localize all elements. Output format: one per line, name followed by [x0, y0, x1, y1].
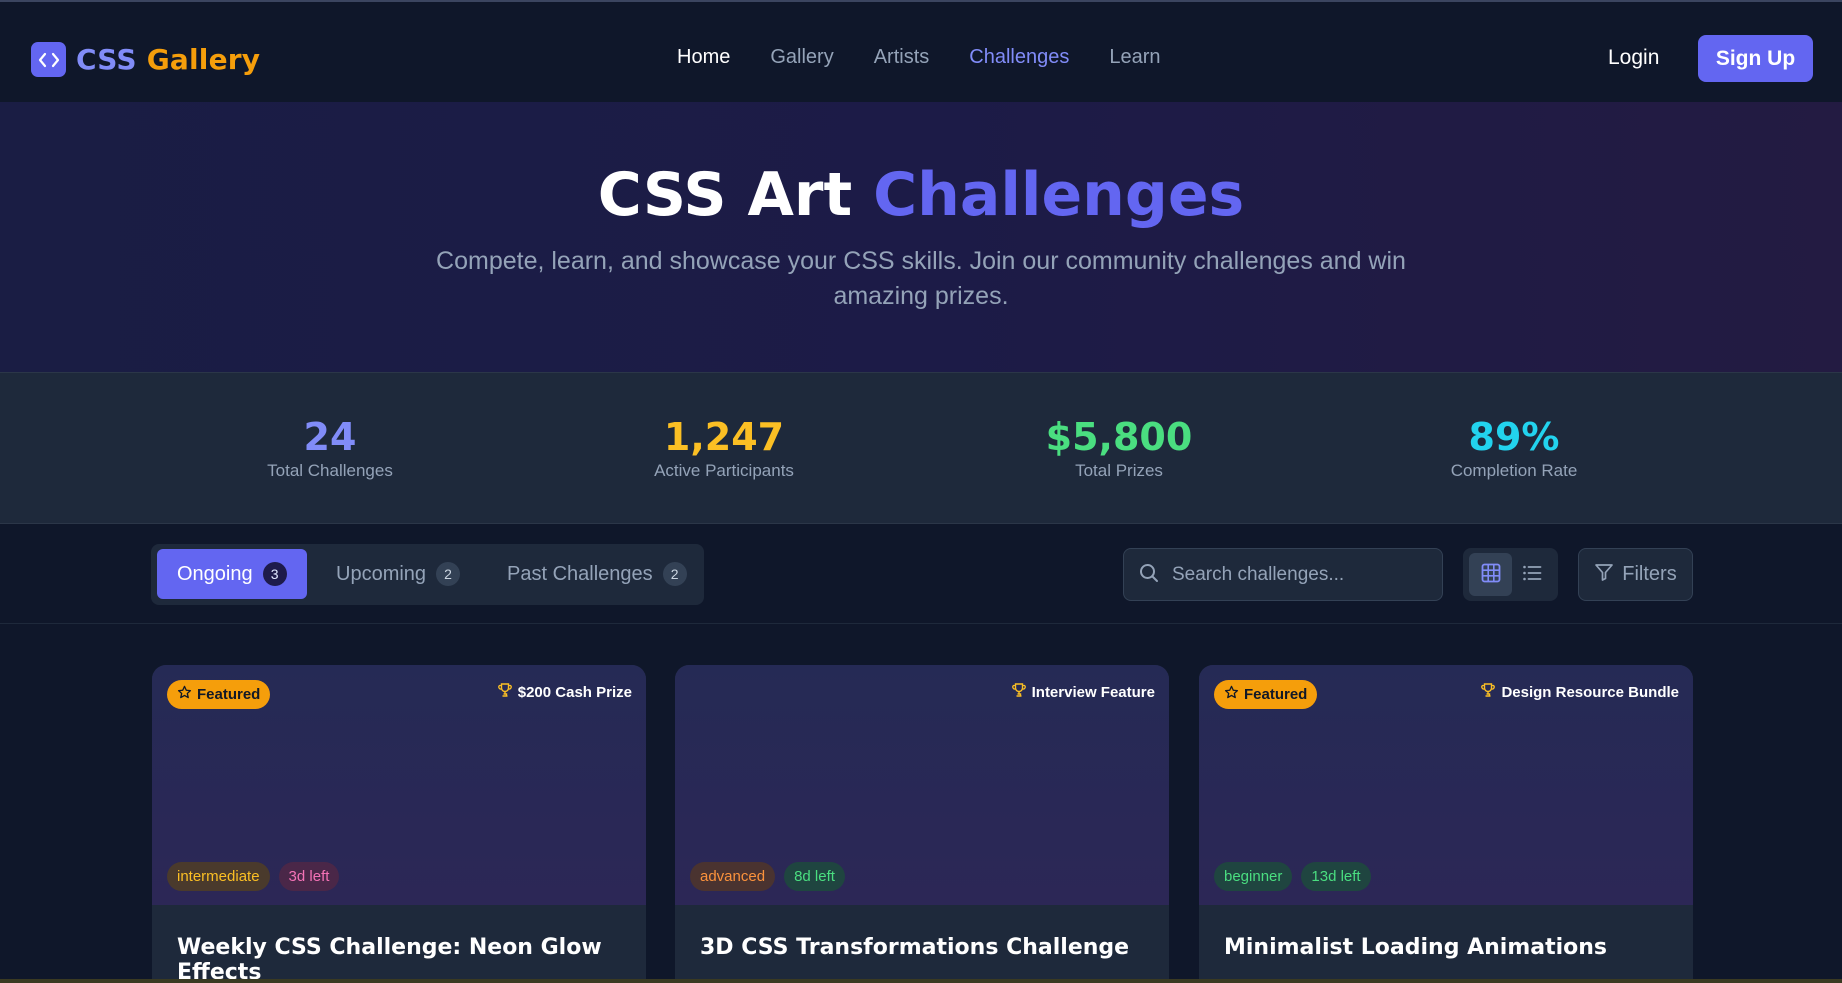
stat-active-participants: 1,247 Active Participants [594, 415, 854, 481]
search-box[interactable] [1123, 548, 1443, 601]
time-left-tag: 3d left [278, 862, 340, 891]
challenge-card[interactable]: Featured $200 Cash Prize intermediate 3d… [152, 665, 646, 983]
star-icon [1224, 685, 1239, 704]
nav-artists[interactable]: Artists [874, 46, 930, 69]
difficulty-tag: intermediate [167, 862, 270, 891]
stat-total-challenges: 24 Total Challenges [200, 415, 460, 481]
search-input[interactable] [1172, 563, 1422, 586]
card-body: 3D CSS Transformations Challenge [675, 905, 1169, 983]
filters-button[interactable]: Filters [1578, 548, 1693, 601]
stat-label: Active Participants [654, 461, 794, 480]
tab-count-badge: 3 [262, 562, 287, 586]
prize-label: Design Resource Bundle [1501, 683, 1679, 701]
logo-text: CSS Gallery [76, 43, 260, 76]
tab-label: Upcoming [336, 562, 427, 585]
card-body: Weekly CSS Challenge: Neon Glow Effects [152, 905, 646, 983]
stat-value: 24 [303, 415, 357, 459]
prize-badge: Interview Feature [1011, 680, 1155, 704]
grid-view-icon [1480, 562, 1502, 588]
challenge-cards-grid: Featured $200 Cash Prize intermediate 3d… [0, 625, 1842, 983]
top-navbar: CSS Gallery Home Gallery Artists Challen… [0, 0, 1842, 102]
featured-label: Featured [197, 686, 261, 703]
stat-value: 89% [1468, 415, 1560, 459]
grid-view-button[interactable] [1469, 553, 1512, 596]
tab-label: Past Challenges [507, 562, 653, 585]
card-tags: advanced 8d left [690, 862, 854, 891]
list-view-button[interactable] [1510, 553, 1553, 596]
featured-badge: Featured [1214, 680, 1318, 709]
challenge-tabs: Ongoing 3 Upcoming 2 Past Challenges 2 [151, 544, 704, 605]
star-icon [177, 685, 192, 704]
prize-label: $200 Cash Prize [517, 683, 632, 701]
prize-badge: Design Resource Bundle [1480, 680, 1679, 704]
view-toggle [1463, 548, 1558, 601]
difficulty-tag: advanced [690, 862, 776, 891]
stat-label: Completion Rate [1450, 461, 1578, 480]
hero-subtitle: Compete, learn, and showcase your CSS sk… [436, 247, 1406, 310]
list-view-icon [1521, 562, 1543, 588]
prize-badge: $200 Cash Prize [497, 680, 632, 704]
stat-value: 1,247 [663, 415, 785, 459]
signup-button[interactable]: Sign Up [1698, 35, 1813, 82]
logo-text-gallery: Gallery [146, 43, 261, 76]
difficulty-tag: beginner [1214, 862, 1293, 891]
nav-home[interactable]: Home [677, 46, 730, 69]
stat-label: Total Challenges [267, 461, 393, 480]
site-logo[interactable]: CSS Gallery [31, 42, 260, 77]
card-preview: Featured $200 Cash Prize intermediate 3d… [152, 665, 646, 905]
nav-learn[interactable]: Learn [1109, 46, 1160, 69]
time-left-tag: 8d left [784, 862, 845, 891]
card-body: Minimalist Loading Animations [1199, 905, 1693, 983]
stat-label: Total Prizes [1075, 461, 1163, 480]
card-title[interactable]: 3D CSS Transformations Challenge [700, 935, 1129, 960]
tab-label: Ongoing [177, 562, 253, 585]
card-title[interactable]: Minimalist Loading Animations [1224, 935, 1607, 960]
tab-past-challenges[interactable]: Past Challenges 2 [492, 549, 702, 599]
card-tags: beginner 13d left [1214, 862, 1380, 891]
tab-count-badge: 2 [436, 562, 461, 586]
challenge-card[interactable]: Interview Feature advanced 8d left 3D CS… [675, 665, 1169, 983]
card-preview: Interview Feature advanced 8d left [675, 665, 1169, 905]
page-title: CSS Art Challenges [0, 160, 1842, 230]
window-bottom-edge [0, 979, 1842, 983]
filters-label: Filters [1622, 563, 1677, 585]
trophy-icon [1480, 682, 1496, 702]
search-icon [1138, 562, 1160, 588]
stat-total-prizes: $5,800 Total Prizes [989, 415, 1249, 481]
time-left-tag: 13d left [1301, 862, 1371, 891]
login-link[interactable]: Login [1608, 46, 1659, 70]
featured-badge: Featured [167, 680, 271, 709]
stat-completion-rate: 89% Completion Rate [1384, 415, 1644, 481]
main-nav: Home Gallery Artists Challenges Learn [677, 46, 1201, 69]
logo-text-css: CSS [76, 43, 137, 76]
featured-label: Featured [1244, 686, 1308, 703]
stats-bar: 24 Total Challenges 1,247 Active Partici… [0, 372, 1842, 524]
card-title[interactable]: Weekly CSS Challenge: Neon Glow Effects [177, 935, 646, 983]
page-title-accent: Challenges [873, 160, 1245, 230]
card-tags: intermediate 3d left [167, 862, 348, 891]
challenge-card[interactable]: Featured Design Resource Bundle beginner… [1199, 665, 1693, 983]
challenges-toolbar: Ongoing 3 Upcoming 2 Past Challenges 2 S… [0, 524, 1842, 624]
page-title-main: CSS Art [597, 160, 853, 230]
code-brackets-icon [31, 42, 66, 77]
nav-gallery[interactable]: Gallery [770, 46, 833, 69]
filter-funnel-icon [1594, 562, 1614, 588]
trophy-icon [497, 682, 513, 702]
tab-ongoing[interactable]: Ongoing 3 [157, 549, 307, 599]
prize-label: Interview Feature [1031, 683, 1155, 701]
tab-upcoming[interactable]: Upcoming 2 [321, 549, 475, 599]
card-preview: Featured Design Resource Bundle beginner… [1199, 665, 1693, 905]
trophy-icon [1011, 682, 1027, 702]
tab-count-badge: 2 [662, 562, 687, 586]
stat-value: $5,800 [1045, 415, 1193, 459]
hero-section: CSS Art Challenges Compete, learn, and s… [0, 102, 1842, 372]
nav-challenges[interactable]: Challenges [969, 46, 1069, 69]
